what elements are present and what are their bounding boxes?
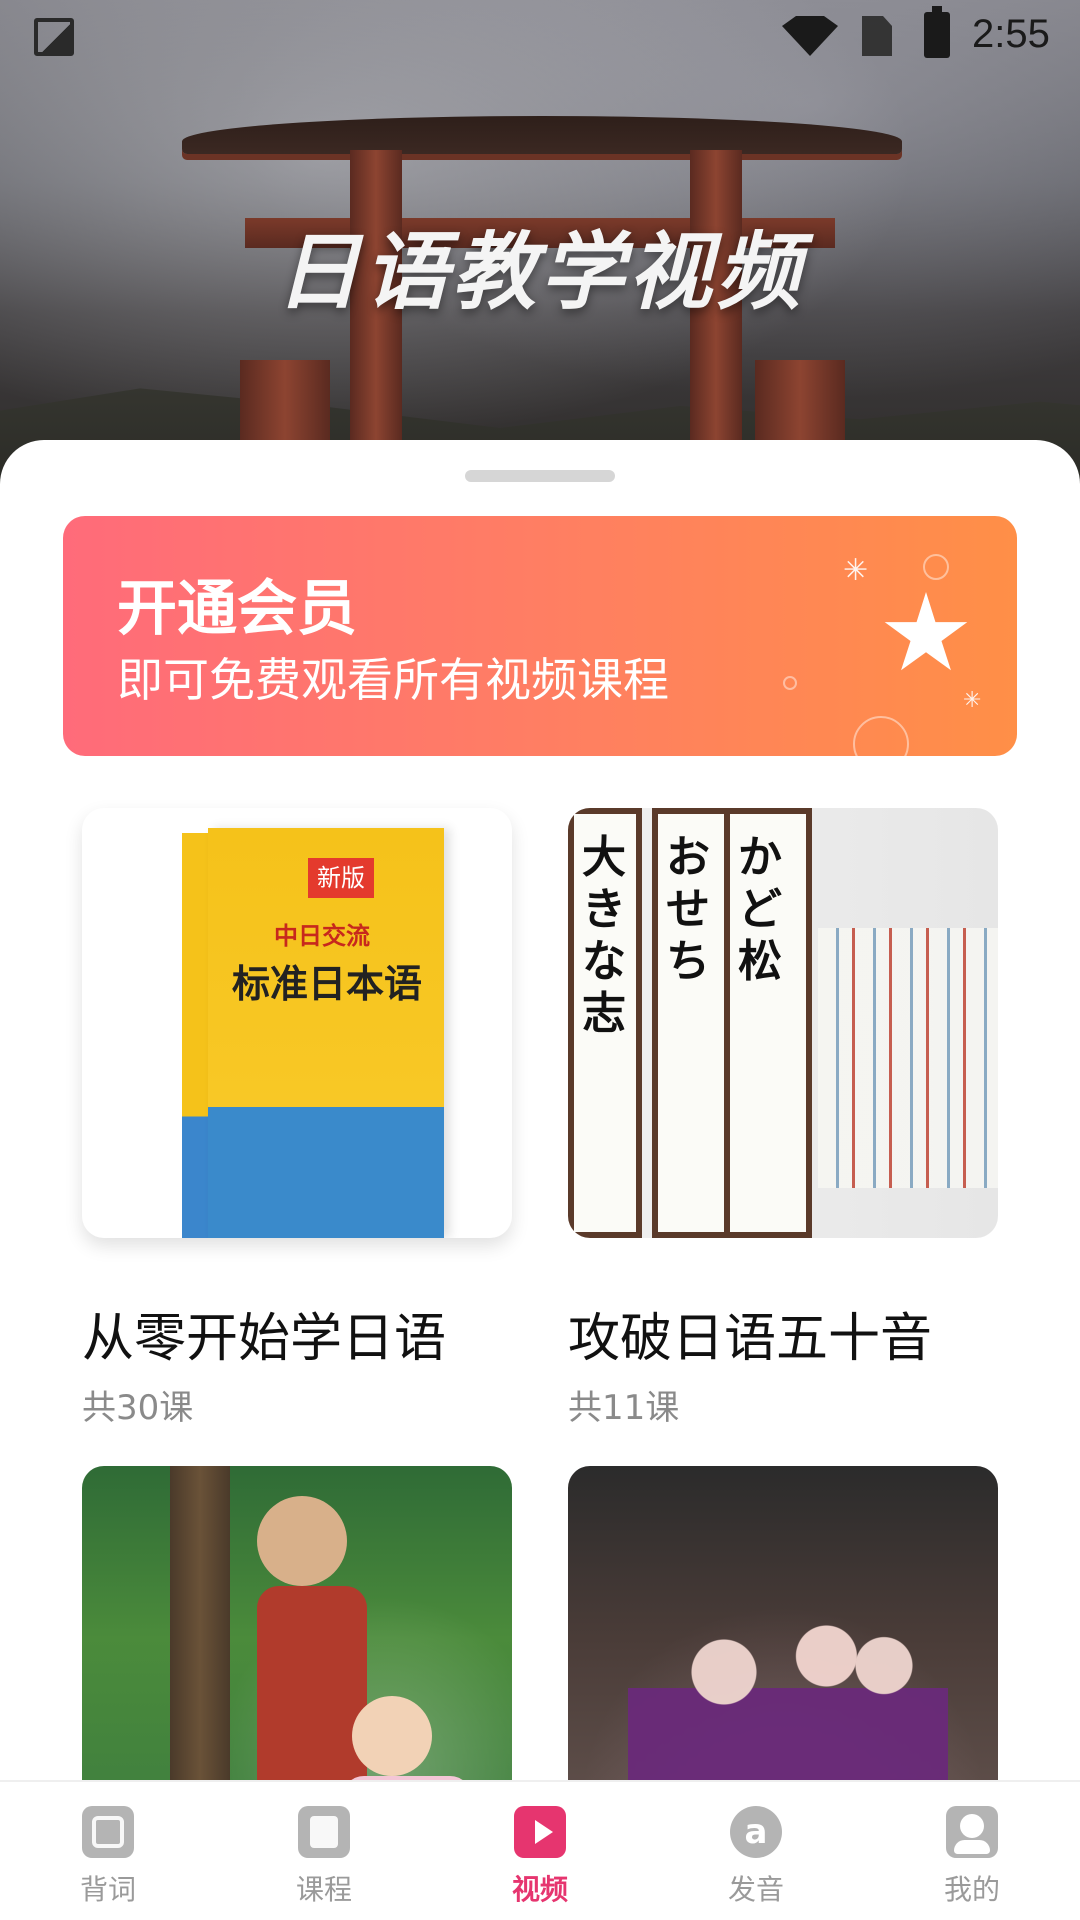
bottom-navigation: 背词 课程 视频 a 发音 我的 — [0, 1780, 1080, 1920]
nav-item-pronunciation[interactable]: a 发音 — [648, 1782, 864, 1920]
nav-label: 发音 — [727, 1873, 784, 1906]
decor-bubble — [853, 716, 909, 756]
book-tag: 新版 — [308, 858, 374, 898]
calligraphy-scroll: 大きな志 — [568, 808, 642, 1238]
course-title: 从零开始学日语 — [82, 1309, 447, 1369]
course-lessons: 共11课 — [568, 1388, 680, 1428]
user-icon-head — [960, 1814, 984, 1838]
calligraphy-text: 大きな志 — [582, 832, 626, 1039]
calligraphy-text: おせち — [666, 832, 710, 987]
vocabulary-icon-glyph — [92, 1816, 124, 1848]
character-head — [352, 1696, 432, 1776]
calligraphy-text: かど松 — [738, 832, 782, 987]
nav-label: 视频 — [511, 1873, 568, 1906]
at-sign-icon: a — [730, 1806, 782, 1858]
decor-bubble — [923, 554, 949, 580]
nav-label: 我的 — [943, 1873, 1000, 1906]
user-icon — [946, 1806, 998, 1858]
battery-charging-icon — [924, 6, 950, 58]
calligraphy-scroll: かど松 — [724, 808, 812, 1238]
screen: 日语教学视频 2:55 开通会员 即可免费观看所有视频课程 ✳ ✳ 新版 中日交… — [0, 0, 1080, 1920]
vocabulary-icon — [82, 1806, 134, 1858]
torii-top-beam — [182, 116, 902, 154]
no-sim-icon — [862, 16, 892, 56]
status-bar: 2:55 — [0, 0, 1080, 72]
nav-item-courses[interactable]: 课程 — [216, 1782, 432, 1920]
sparkle-icon: ✳ — [843, 553, 869, 588]
nav-label: 课程 — [295, 1873, 352, 1906]
book-spine — [182, 833, 208, 1238]
play-icon — [535, 1820, 553, 1844]
course-lessons: 共30课 — [82, 1388, 194, 1428]
status-time: 2:55 — [972, 12, 1050, 56]
course-title: 攻破日语五十音 — [568, 1309, 933, 1369]
image-icon — [34, 18, 74, 56]
content-sheet: 开通会员 即可免费观看所有视频课程 ✳ ✳ 新版 中日交流 标准日本语 从零开始… — [0, 440, 1080, 1920]
background-scrolls — [818, 928, 998, 1188]
book-icon — [298, 1806, 350, 1858]
vip-title: 开通会员 — [117, 574, 357, 644]
sheet-drag-handle[interactable] — [465, 470, 615, 482]
nav-label: 背词 — [79, 1873, 136, 1906]
hero-title: 日语教学视频 — [275, 223, 804, 321]
decor-bubble — [783, 676, 797, 690]
book-icon-glyph — [310, 1816, 338, 1848]
vip-subtitle: 即可免费观看所有视频课程 — [117, 653, 669, 707]
book-title: 标准日本语 — [231, 962, 422, 1006]
star-icon — [884, 592, 968, 671]
book-brand: 中日交流 — [274, 922, 370, 950]
nav-item-video[interactable]: 视频 — [432, 1782, 648, 1920]
nav-item-vocabulary[interactable]: 背词 — [0, 1782, 216, 1920]
course-thumbnail: 新版 中日交流 标准日本语 — [82, 808, 512, 1238]
course-thumbnail: 大きな志 おせち かど松 — [568, 808, 998, 1238]
video-play-icon — [514, 1806, 566, 1858]
character-head — [257, 1496, 347, 1586]
user-icon-body — [954, 1840, 990, 1854]
nav-item-profile[interactable]: 我的 — [864, 1782, 1080, 1920]
sparkle-icon: ✳ — [963, 688, 982, 713]
wifi-icon — [782, 16, 838, 56]
at-sign-icon-glyph: a — [730, 1806, 782, 1858]
vip-membership-banner[interactable]: 开通会员 即可免费观看所有视频课程 ✳ ✳ — [63, 516, 1017, 756]
